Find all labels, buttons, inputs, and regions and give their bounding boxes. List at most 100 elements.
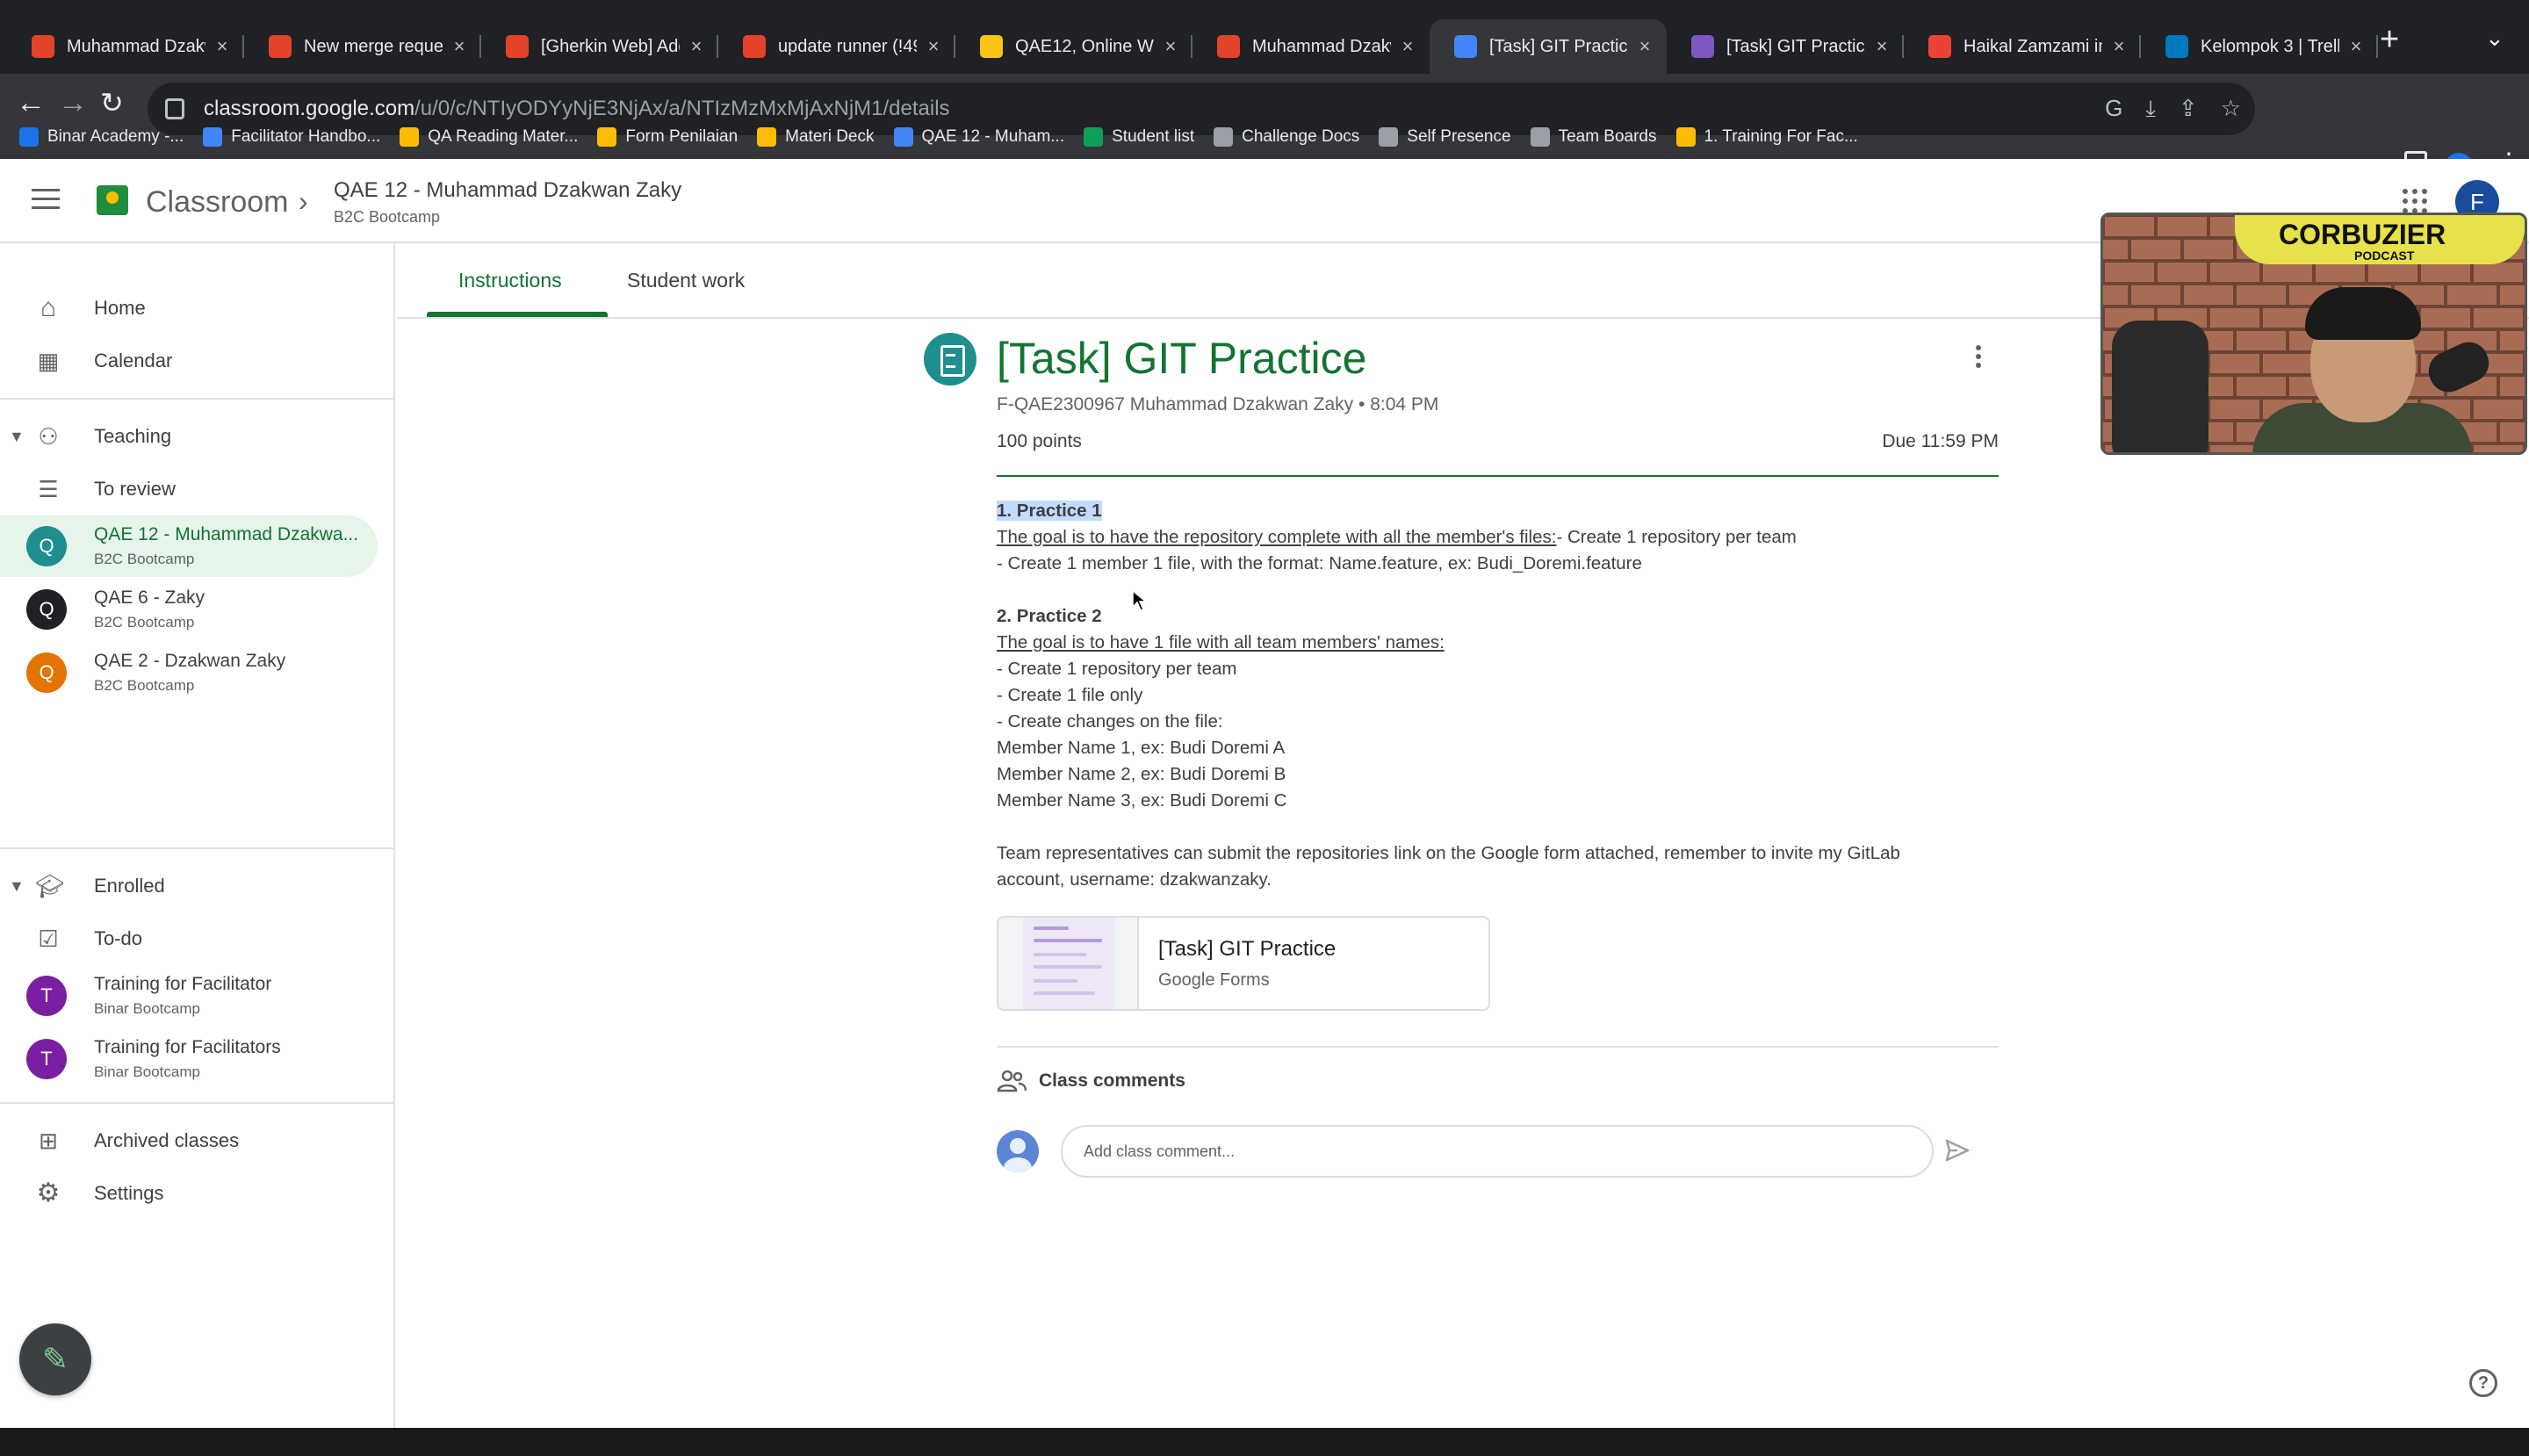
brick-wall-tile (2129, 284, 2182, 306)
brick-wall-tile (2498, 375, 2525, 398)
tab-close-icon[interactable]: × (1872, 35, 1891, 58)
bookmark-item[interactable]: Materi Deck (757, 127, 875, 147)
app-name[interactable]: Classroom (146, 185, 288, 220)
sidebar-item-to-review[interactable]: ☰ To review (0, 463, 378, 515)
sidebar-item-calendar[interactable]: ▦ Calendar (0, 335, 378, 387)
bookmark-item[interactable]: Binar Academy -... (19, 127, 184, 147)
practice-2-line: - Create 1 repository per team (997, 659, 1237, 679)
bookmark-icon (400, 127, 420, 147)
tab-close-icon[interactable]: × (1398, 35, 1417, 58)
browser-tab[interactable]: Muhammad Dzakw × (1192, 19, 1430, 74)
tab-close-icon[interactable]: × (2109, 35, 2129, 58)
browser-tab[interactable]: [Gherkin Web] Add × (481, 19, 718, 74)
tab-close-icon[interactable]: × (450, 35, 469, 58)
bookmark-item[interactable]: Form Penilaian (597, 127, 738, 147)
browser-tab[interactable]: Muhammad Dzakw × (7, 19, 244, 74)
browser-tab[interactable]: New merge request × (244, 19, 481, 74)
class-name: Training for Facilitator (94, 974, 272, 994)
sidebar-class-item[interactable]: Q QAE 6 - Zaky B2C Bootcamp (0, 579, 378, 640)
sidebar-item-archived[interactable]: ⊞ Archived classes (0, 1114, 378, 1167)
browser-tab[interactable]: update runner (!49) × (718, 19, 955, 74)
brick-wall-tile (2182, 238, 2235, 261)
brick-wall-tile (2103, 284, 2129, 306)
bookmark-item[interactable]: QAE 12 - Muham... (893, 127, 1064, 147)
submission-note-line: account, username: dzakwanzaky. (997, 869, 1272, 890)
practice-1-goal: The goal is to have the repository compl… (997, 527, 1557, 547)
browser-tab[interactable]: [Task] GIT Practice × (1667, 19, 1904, 74)
class-name: QAE 2 - Dzakwan Zaky (94, 651, 286, 671)
tab-instructions[interactable]: Instructions (458, 243, 562, 317)
brick-wall-tile (2182, 284, 2235, 306)
bookmark-item[interactable]: Team Boards (1530, 127, 1657, 147)
brick-wall-tile (2472, 398, 2525, 421)
forward-icon[interactable]: → (58, 86, 88, 120)
google-apps-icon[interactable] (2403, 189, 2427, 213)
tab-close-icon[interactable]: × (1161, 35, 1180, 58)
classroom-logo[interactable] (97, 185, 128, 215)
tab-close-icon[interactable]: × (213, 35, 232, 58)
class-name: QAE 6 - Zaky (94, 587, 205, 608)
help-icon[interactable]: ? (2469, 1369, 2497, 1397)
share-icon[interactable]: ⇪ (2179, 95, 2198, 123)
class-name: QAE 12 - Muhammad Dzakwa... (94, 524, 359, 544)
tab-search-icon[interactable]: ⌄ (2485, 25, 2504, 52)
chevron-right-icon: › (299, 185, 308, 217)
reload-icon[interactable]: ↻ (100, 86, 124, 119)
browser-tab[interactable]: Kelompok 3 | Trello × (2141, 19, 2378, 74)
sidebar-section-teaching[interactable]: ▼ ⚇ Teaching (0, 410, 378, 463)
back-icon[interactable]: ← (16, 86, 46, 120)
bookmarks-bar: Binar Academy -... Facilitator Handbo... Q… (0, 118, 1858, 156)
tab-close-icon[interactable]: × (924, 35, 943, 58)
bookmark-item[interactable]: Challenge Docs (1214, 127, 1359, 147)
main-menu-icon[interactable] (32, 189, 60, 215)
tab-title: Kelompok 3 | Trello (2201, 36, 2339, 56)
browser-tab[interactable]: QAE12, Online Whit × (955, 19, 1192, 74)
edit-pencil-button[interactable]: ✎ (19, 1323, 91, 1395)
tab-favicon-icon (1217, 35, 1240, 58)
tab-title: QAE12, Online Whit (1015, 36, 1154, 56)
tab-close-icon[interactable]: × (2346, 35, 2366, 58)
browser-tab[interactable]: Haikal Zamzami invi × (1904, 19, 2141, 74)
bookmark-star-icon[interactable]: ☆ (2221, 95, 2241, 123)
tab-title: [Task] GIT Practice (1726, 36, 1865, 56)
podcast-brand: CORBUZIER (2279, 219, 2446, 250)
class-avatar: T (26, 976, 67, 1016)
sidebar-class-item[interactable]: Q QAE 12 - Muhammad Dzakwa... B2C Bootcamp (0, 515, 378, 577)
attachment-card[interactable]: [Task] GIT Practice Google Forms (997, 916, 1490, 1011)
tab-close-icon[interactable]: × (1635, 35, 1654, 58)
more-options-icon[interactable] (1976, 345, 1983, 371)
class-avatar: Q (26, 526, 67, 566)
tab-student-work[interactable]: Student work (627, 243, 745, 317)
bookmark-label: Student list (1112, 127, 1195, 146)
bookmark-item[interactable]: Facilitator Handbo... (203, 127, 380, 147)
calendar-icon: ▦ (37, 348, 60, 374)
sidebar-class-item[interactable]: T Training for Facilitators Binar Bootcamp (0, 1028, 378, 1090)
bookmark-item[interactable]: Student list (1084, 127, 1194, 147)
send-icon[interactable] (1944, 1137, 1971, 1164)
tab-favicon-icon (1454, 35, 1477, 58)
tab-title: Muhammad Dzakw (67, 36, 205, 56)
submission-note-line: Team representatives can submit the repo… (997, 843, 1900, 863)
bookmark-item[interactable]: Self Presence (1379, 127, 1511, 147)
sidebar-item-settings[interactable]: ⚙ Settings (0, 1167, 378, 1220)
new-tab-button[interactable]: + (2380, 21, 2399, 59)
sidebar-class-item[interactable]: T Training for Facilitator Binar Bootcamp (0, 965, 378, 1027)
sidebar-section-enrolled[interactable]: ▼ 🎓︎ Enrolled (0, 860, 378, 912)
course-title[interactable]: QAE 12 - Muhammad Dzakwan Zaky (334, 178, 681, 203)
brick-wall-tile (2156, 215, 2208, 238)
home-icon: ⌂ (40, 293, 57, 322)
tab-title: Muhammad Dzakw (1252, 36, 1391, 56)
bookmark-item[interactable]: 1. Training For Fac... (1675, 127, 1858, 147)
sidebar-class-item[interactable]: Q QAE 2 - Dzakwan Zaky B2C Bootcamp (0, 642, 378, 703)
sidebar-item-home[interactable]: ⌂ Home (0, 282, 378, 335)
brick-wall-tile (2472, 443, 2525, 452)
google-lens-icon[interactable]: G (2105, 95, 2122, 123)
bookmark-item[interactable]: QA Reading Mater... (400, 127, 578, 147)
tab-close-icon[interactable]: × (687, 35, 706, 58)
browser-tab[interactable]: [Task] GIT Practice × (1430, 19, 1667, 74)
sidebar-item-todo[interactable]: ☑ To-do (0, 912, 378, 965)
bookmark-label: QA Reading Mater... (428, 127, 579, 146)
install-app-icon[interactable]: ⤓ (2145, 95, 2156, 123)
assignment-description: 1. Practice 1 The goal is to have the re… (997, 498, 1999, 893)
class-comment-input[interactable] (1061, 1125, 1934, 1178)
